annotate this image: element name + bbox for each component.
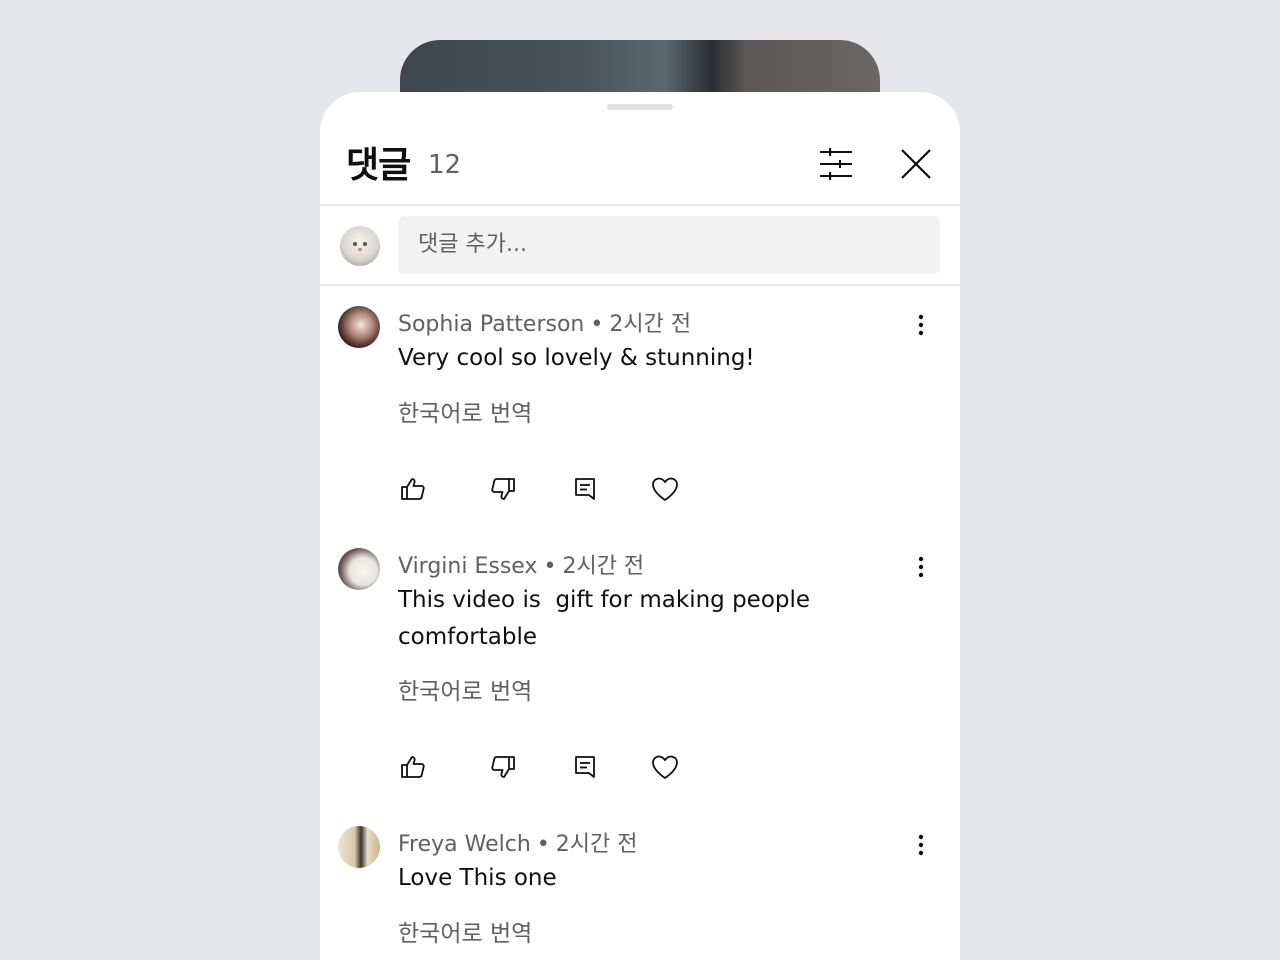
sort-filter-button[interactable] (814, 142, 858, 186)
comment-text: Very cool so lovely & stunning! (398, 345, 755, 371)
reply-icon (570, 752, 600, 782)
comment-time: 2시간 전 (609, 312, 692, 337)
like-button[interactable] (398, 752, 428, 782)
comment-actions (398, 474, 698, 508)
comments-header: 댓글 12 (320, 122, 960, 206)
more-vertical-icon (906, 552, 936, 582)
meta-separator: • (543, 554, 557, 579)
comment-author[interactable]: Freya Welch (398, 832, 531, 857)
comment-count: 12 (428, 150, 462, 180)
avatar[interactable] (338, 306, 380, 348)
app-stage: 댓글 12 댓글 추가... Sophia Patterson • 2시간 전 … (0, 0, 1280, 960)
more-vertical-icon (906, 830, 936, 860)
meta-separator: • (536, 832, 550, 857)
comment-meta: Virgini Essex • 2시간 전 (398, 548, 644, 580)
comment-author[interactable]: Virgini Essex (398, 554, 537, 579)
translate-link[interactable]: 한국어로 번역 (398, 394, 532, 428)
page-title: 댓글 (346, 145, 411, 186)
more-options-button[interactable] (906, 830, 936, 860)
drag-handle[interactable] (607, 104, 673, 110)
reply-icon (570, 474, 600, 504)
comment-text: Love This one (398, 865, 557, 891)
comment-meta: Sophia Patterson • 2시간 전 (398, 306, 691, 338)
more-options-button[interactable] (906, 552, 936, 582)
translate-link[interactable]: 한국어로 번역 (398, 914, 532, 948)
more-options-button[interactable] (906, 310, 936, 340)
avatar[interactable] (338, 826, 380, 868)
thumb-down-icon (488, 474, 518, 504)
comment-actions (398, 752, 698, 786)
comment-author[interactable]: Sophia Patterson (398, 312, 584, 337)
close-button[interactable] (894, 142, 938, 186)
heart-icon (650, 752, 680, 782)
thumb-up-icon (398, 752, 428, 782)
add-comment-row: 댓글 추가... (320, 206, 960, 286)
meta-separator: • (590, 312, 604, 337)
comment-input[interactable]: 댓글 추가... (398, 216, 940, 274)
more-vertical-icon (906, 310, 936, 340)
user-avatar (340, 226, 380, 266)
comment-time: 2시간 전 (562, 554, 645, 579)
thumb-up-icon (398, 474, 428, 504)
comment-time: 2시간 전 (555, 832, 638, 857)
dislike-button[interactable] (488, 474, 518, 504)
dislike-button[interactable] (488, 752, 518, 782)
sliders-icon (814, 142, 858, 186)
comment-meta: Freya Welch • 2시간 전 (398, 826, 638, 858)
comment-text: This video is gift for making people com… (398, 587, 818, 650)
like-button[interactable] (398, 474, 428, 504)
thumb-down-icon (488, 752, 518, 782)
comments-sheet: 댓글 12 댓글 추가... Sophia Patterson • 2시간 전 … (320, 92, 960, 960)
heart-icon (650, 474, 680, 504)
close-icon (894, 142, 938, 186)
heart-button[interactable] (650, 752, 680, 782)
heart-button[interactable] (650, 474, 680, 504)
avatar[interactable] (338, 548, 380, 590)
reply-button[interactable] (570, 474, 600, 504)
reply-button[interactable] (570, 752, 600, 782)
translate-link[interactable]: 한국어로 번역 (398, 672, 532, 706)
